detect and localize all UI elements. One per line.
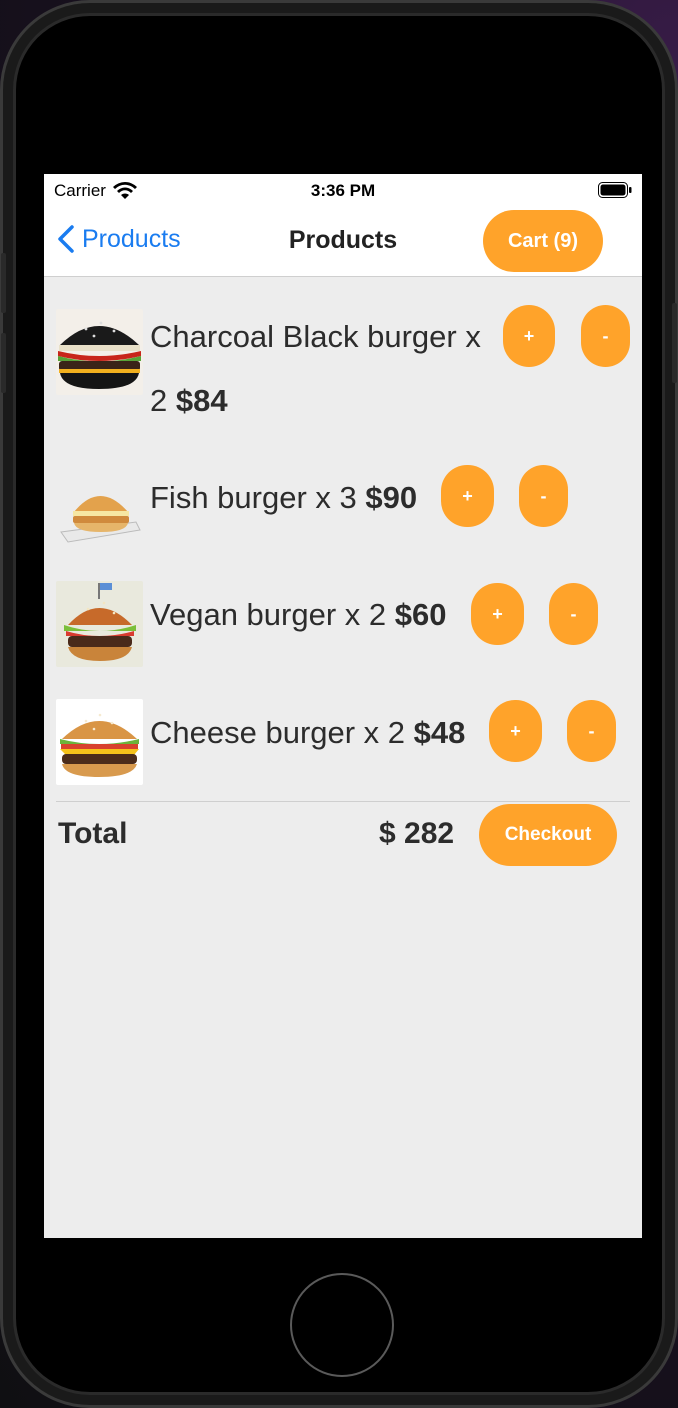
- home-button[interactable]: [290, 1273, 394, 1377]
- cart-button[interactable]: Cart (9): [483, 210, 603, 272]
- item-price: $90: [365, 480, 418, 515]
- item-name: Charcoal Black burger x: [150, 319, 481, 354]
- divider: [56, 801, 630, 802]
- item-description: Vegan burger x 2 $60: [150, 583, 446, 647]
- item-quantity: 2: [150, 383, 168, 418]
- list-item: Fish burger x 3 $90 + -: [44, 454, 642, 554]
- item-name: Cheese burger x 2: [150, 715, 406, 750]
- decrement-button[interactable]: -: [567, 700, 616, 762]
- item-description: Charcoal Black burger x 2 $84: [150, 305, 490, 433]
- decrement-button[interactable]: -: [549, 583, 598, 645]
- phone-frame: Carrier 3:36 PM Products Products Cart (…: [0, 0, 678, 1408]
- vegan-burger-image: [56, 581, 143, 667]
- volume-button: [1, 333, 6, 393]
- decrement-button[interactable]: -: [519, 465, 568, 527]
- total-label: Total: [58, 817, 128, 850]
- item-price: $60: [394, 597, 447, 632]
- status-time: 3:36 PM: [310, 181, 376, 200]
- total-value: $ 282: [379, 817, 455, 850]
- increment-button[interactable]: +: [489, 700, 542, 762]
- charcoal-black-burger-image: [56, 309, 143, 395]
- list-item: Charcoal Black burger x 2 $84 + -: [44, 292, 642, 432]
- item-price: $48: [413, 715, 466, 750]
- cheese-burger-image: [56, 699, 143, 785]
- navigation-bar: Products Products Cart (9): [44, 208, 642, 277]
- battery-icon: [598, 182, 632, 198]
- item-price: $84: [175, 383, 228, 418]
- fish-burger-image: [56, 460, 143, 546]
- volume-button: [1, 253, 6, 313]
- item-description: Fish burger x 3 $90: [150, 466, 417, 530]
- status-bar: Carrier 3:36 PM: [44, 174, 642, 208]
- list-item: Vegan burger x 2 $60 + -: [44, 574, 642, 674]
- item-name: Vegan burger x 2: [150, 597, 387, 632]
- increment-button[interactable]: +: [471, 583, 524, 645]
- item-description: Cheese burger x 2 $48: [150, 701, 465, 765]
- increment-button[interactable]: +: [441, 465, 494, 527]
- app-screen: Carrier 3:36 PM Products Products Cart (…: [44, 174, 642, 1238]
- increment-button[interactable]: +: [503, 305, 555, 367]
- list-item: Cheese burger x 2 $48 + -: [44, 692, 642, 792]
- item-name: Fish burger x 3: [150, 480, 357, 515]
- decrement-button[interactable]: -: [581, 305, 630, 367]
- checkout-button[interactable]: Checkout: [479, 804, 617, 866]
- power-button: [672, 303, 677, 383]
